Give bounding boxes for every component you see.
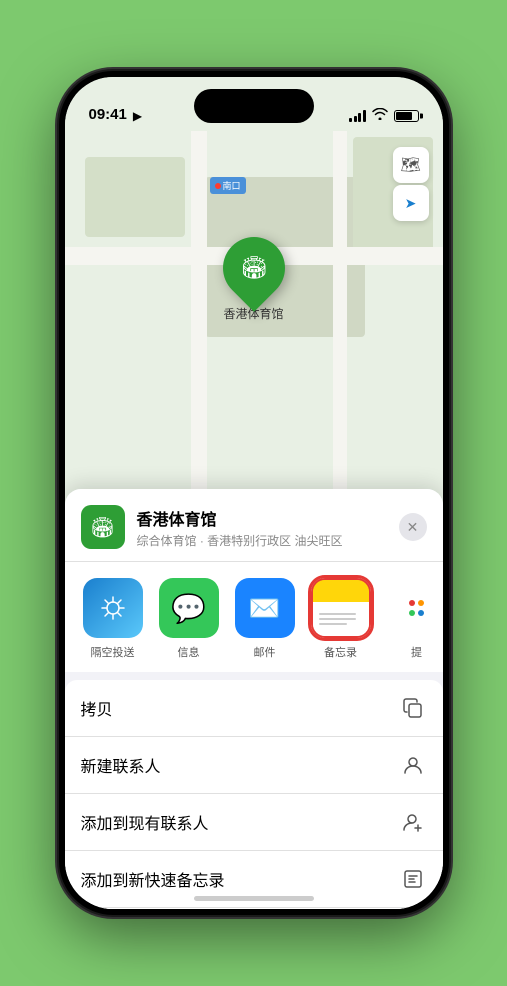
dynamic-island xyxy=(194,89,314,123)
location-button[interactable]: ➤ xyxy=(393,185,429,221)
new-contact-label: 新建联系人 xyxy=(81,753,161,777)
location-info: 香港体育馆 综合体育馆 · 香港特别行政区 油尖旺区 xyxy=(137,506,399,549)
signal-bar-3 xyxy=(358,113,361,122)
battery-fill xyxy=(396,112,413,120)
phone-frame: 09:41 ▶ xyxy=(59,71,449,915)
share-item-notes[interactable]: 备忘录 xyxy=(309,578,373,660)
signal-bar-2 xyxy=(354,116,357,122)
add-note-label: 添加到新快速备忘录 xyxy=(81,867,225,891)
airdrop-label: 隔空投送 xyxy=(91,644,135,660)
map-controls: 🗺 ➤ xyxy=(393,147,429,221)
home-indicator xyxy=(194,896,314,901)
action-list: 拷贝 新建联系人 xyxy=(65,680,443,909)
messages-label: 信息 xyxy=(178,644,200,660)
status-icons xyxy=(349,108,419,123)
signal-bar-1 xyxy=(349,118,352,122)
mail-icon: ✉️ xyxy=(235,578,295,638)
more-label: 提 xyxy=(411,644,422,660)
notes-label: 备忘录 xyxy=(324,644,357,660)
copy-icon xyxy=(399,694,427,722)
action-copy[interactable]: 拷贝 xyxy=(65,680,443,737)
venue-emoji: 🏟 xyxy=(90,515,115,540)
share-item-airdrop[interactable]: 隔空投送 xyxy=(81,578,145,660)
add-note-icon xyxy=(399,865,427,893)
close-button[interactable]: ✕ xyxy=(399,513,427,541)
add-existing-icon xyxy=(399,808,427,836)
share-item-mail[interactable]: ✉️ 邮件 xyxy=(233,578,297,660)
action-add-existing-contact[interactable]: 添加到现有联系人 xyxy=(65,794,443,851)
location-address: 综合体育馆 · 香港特别行政区 油尖旺区 xyxy=(137,532,399,549)
more-icon xyxy=(387,578,443,638)
copy-label: 拷贝 xyxy=(81,696,113,720)
notes-icon xyxy=(311,578,371,638)
add-existing-label: 添加到现有联系人 xyxy=(81,810,209,834)
wifi-icon xyxy=(372,108,388,123)
action-print[interactable]: 打印 xyxy=(65,908,443,909)
airdrop-icon xyxy=(83,578,143,638)
status-time: 09:41 xyxy=(89,106,127,123)
share-row: 隔空投送 💬 信息 ✉️ 邮件 xyxy=(65,562,443,672)
messages-icon: 💬 xyxy=(159,578,219,638)
map-type-button[interactable]: 🗺 xyxy=(393,147,429,183)
map-type-icon: 🗺 xyxy=(400,155,420,175)
location-header: 🏟 香港体育馆 综合体育馆 · 香港特别行政区 油尖旺区 ✕ xyxy=(65,489,443,562)
location-pin: 🏟 香港体育馆 xyxy=(223,237,285,322)
share-item-messages[interactable]: 💬 信息 xyxy=(157,578,221,660)
signal-bars xyxy=(349,110,366,122)
mail-label: 邮件 xyxy=(254,644,276,660)
close-icon: ✕ xyxy=(407,519,419,536)
map-block-1 xyxy=(85,157,185,237)
location-name: 香港体育馆 xyxy=(137,506,399,530)
action-new-contact[interactable]: 新建联系人 xyxy=(65,737,443,794)
bottom-sheet: 🏟 香港体育馆 综合体育馆 · 香港特别行政区 油尖旺区 ✕ xyxy=(65,489,443,909)
phone-screen: 09:41 ▶ xyxy=(65,77,443,909)
signal-bar-4 xyxy=(363,110,366,122)
map-area[interactable]: 南口 🏟 香港体育馆 🗺 ➤ xyxy=(65,77,443,557)
map-label: 南口 xyxy=(210,177,246,194)
pin-icon: 🏟 xyxy=(240,255,268,281)
location-arrow-icon: ➤ xyxy=(405,195,417,212)
pin-circle: 🏟 xyxy=(210,224,298,312)
battery-icon xyxy=(394,110,419,122)
new-contact-icon xyxy=(399,751,427,779)
location-arrow-icon: ▶ xyxy=(133,109,142,123)
share-item-more[interactable]: 提 xyxy=(385,578,443,660)
location-venue-icon: 🏟 xyxy=(81,505,125,549)
